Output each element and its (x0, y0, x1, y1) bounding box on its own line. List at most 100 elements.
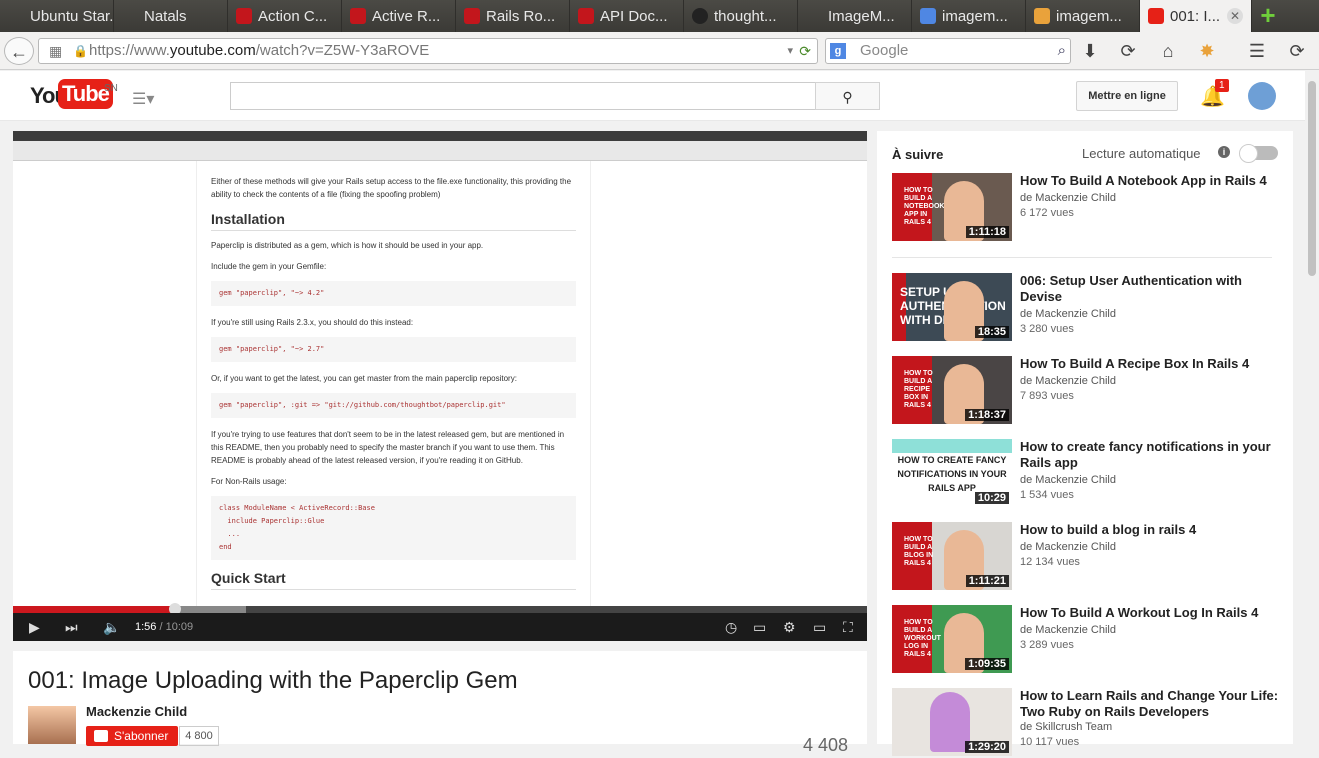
list-item[interactable]: HOW TO BUILD A RECIPE BOX IN RAILS 4 1:18… (892, 356, 1282, 426)
rails-favicon-icon (578, 8, 594, 24)
settings-gear-icon[interactable]: ⚙ (783, 619, 796, 636)
tab-favicon-icon (1034, 8, 1050, 24)
video-thumbnail[interactable]: HOW TO BUILD A NOTEBOOK APP IN RAILS 4 1:… (892, 173, 1012, 241)
play-icon[interactable]: ▶ (29, 619, 40, 636)
video-browser-tabs (13, 131, 867, 141)
search-button[interactable]: ⚲ (815, 82, 880, 110)
menu-icon[interactable]: ☰ (1246, 37, 1268, 65)
next-icon[interactable]: ⏭ (65, 619, 78, 636)
browser-tab[interactable]: imagem... (1026, 0, 1140, 32)
tab-favicon-icon (806, 8, 822, 24)
extension-icon[interactable]: ✸ (1196, 37, 1218, 65)
channel-avatar[interactable] (28, 706, 76, 744)
fullscreen-icon[interactable]: ⛶ (843, 619, 853, 636)
video-browser-url (13, 141, 867, 161)
browser-tab[interactable]: imagem... (912, 0, 1026, 32)
browser-tab[interactable]: Rails Ro... (456, 0, 570, 32)
video-frame[interactable]: Either of these methods will give your R… (13, 131, 867, 606)
scrollbar-thumb[interactable] (1308, 81, 1316, 276)
github-favicon-icon (692, 8, 708, 24)
page-scrollbar[interactable] (1305, 71, 1319, 744)
progress-bar[interactable] (13, 603, 867, 615)
video-thumbnail[interactable]: HOW TO BUILD A BLOG IN RAILS 4 1:11:21 (892, 522, 1012, 590)
player-controls: ▶ ⏭ 🔈 1:56 / 10:09 ◷ ▭ ⚙ ▭ ⛶ (13, 613, 867, 641)
view-count: 4 408 (803, 735, 849, 755)
dropdown-arrow-icon[interactable]: ▾ (787, 39, 793, 63)
face-image (930, 692, 970, 752)
subscribe-button[interactable]: S'abonner (86, 726, 178, 746)
youtube-favicon-icon (1148, 8, 1164, 24)
video-thumbnail[interactable]: HOW TO BUILD A RECIPE BOX IN RAILS 4 1:18… (892, 356, 1012, 424)
autoplay-label: Lecture automatique (1082, 146, 1201, 161)
subtitles-icon[interactable]: ▭ (753, 619, 766, 636)
autoplay-toggle[interactable] (1239, 144, 1278, 163)
video-document: Either of these methods will give your R… (196, 161, 591, 606)
region-code: SN (104, 83, 118, 94)
search-icon: ⚲ (842, 89, 853, 105)
list-item[interactable]: 1:29:20 How to Learn Rails and Change Yo… (892, 688, 1282, 758)
time-display: 1:56 / 10:09 (135, 621, 194, 633)
browser-tab[interactable]: Action C... (228, 0, 342, 32)
browser-tab[interactable]: Natals (114, 0, 228, 32)
browser-tab[interactable]: ImageM... (798, 0, 912, 32)
video-link-title[interactable]: How to build a blog in rails 4 (1020, 522, 1280, 538)
theater-mode-icon[interactable]: ▭ (813, 619, 826, 636)
list-item[interactable]: HOW TO CREATE FANCY NOTIFICATIONS IN YOU… (892, 439, 1282, 509)
list-item[interactable]: HOW TO BUILD A NOTEBOOK APP IN RAILS 4 1:… (892, 173, 1282, 243)
avatar[interactable] (1248, 82, 1276, 110)
video-title: 001: Image Uploading with the Paperclip … (28, 667, 518, 694)
browser-tab[interactable]: Ubuntu Star... (0, 0, 114, 32)
browser-nav-bar: ← https://www.youtube.com/watch?v=Z5W-Y3… (0, 32, 1319, 70)
home-icon[interactable]: ⌂ (1158, 37, 1178, 65)
video-link-title[interactable]: How to Learn Rails and Change Your Life:… (1020, 688, 1280, 720)
video-link-title[interactable]: How To Build A Workout Log In Rails 4 (1020, 605, 1280, 621)
video-thumbnail[interactable]: 1:29:20 (892, 688, 1012, 756)
channel-name[interactable]: Mackenzie Child (86, 704, 187, 719)
download-icon[interactable]: ⬇ (1080, 37, 1100, 65)
rails-favicon-icon (350, 8, 366, 24)
browser-tab[interactable]: API Doc... (570, 0, 684, 32)
info-icon[interactable]: i (1218, 146, 1230, 158)
browser-tab[interactable]: thought... (684, 0, 798, 32)
video-thumbnail[interactable]: SETUP USER AUTHENTICATION WITH DEVISE18:… (892, 273, 1012, 341)
youtube-header: You Tube SN ☰▾ ⚲ Mettre en ligne 🔔 1 (0, 71, 1319, 121)
sync-icon[interactable]: ⟳ (1118, 37, 1138, 65)
search-icon[interactable]: ⌕ (1058, 39, 1066, 63)
notification-badge: 1 (1215, 79, 1229, 92)
search-input[interactable] (230, 82, 816, 110)
youtube-play-icon (94, 730, 108, 742)
search-engine-box[interactable]: g Google ⌕ (825, 38, 1071, 64)
video-link-title[interactable]: How to create fancy notifications in you… (1020, 439, 1280, 471)
grid-icon[interactable]: ▦ (49, 39, 62, 63)
video-player[interactable]: Either of these methods will give your R… (13, 131, 867, 641)
video-thumbnail[interactable]: HOW TO BUILD A WORKOUT LOG IN RAILS 4 1:0… (892, 605, 1012, 673)
video-link-title[interactable]: How To Build A Notebook App in Rails 4 (1020, 173, 1280, 189)
tab-favicon-icon (8, 8, 24, 24)
list-item[interactable]: HOW TO BUILD A WORKOUT LOG IN RAILS 4 1:0… (892, 605, 1282, 675)
video-info: 001: Image Uploading with the Paperclip … (13, 651, 867, 755)
video-thumbnail[interactable]: HOW TO CREATE FANCY NOTIFICATIONS IN YOU… (892, 439, 1012, 507)
rails-favicon-icon (464, 8, 480, 24)
subscriber-count: 4 800 (179, 726, 219, 746)
browser-tab[interactable]: Active R... (342, 0, 456, 32)
list-item[interactable]: HOW TO BUILD A BLOG IN RAILS 4 1:11:21 Ho… (892, 522, 1282, 592)
up-next-sidebar: À suivre Lecture automatique i HOW TO BU… (877, 131, 1293, 756)
video-link-title[interactable]: 006: Setup User Authentication with Devi… (1020, 273, 1280, 305)
list-item[interactable]: SETUP USER AUTHENTICATION WITH DEVISE18:… (892, 273, 1282, 343)
new-tab-button[interactable]: + (1252, 0, 1284, 32)
up-next-heading: À suivre (892, 147, 944, 162)
reload-icon[interactable]: ⟳ (799, 39, 811, 63)
refresh-icon[interactable]: ⟳ (1286, 37, 1308, 65)
lock-icon: 🔒 (73, 44, 88, 58)
volume-icon[interactable]: 🔈 (103, 619, 120, 636)
close-tab-icon[interactable]: ✕ (1227, 8, 1243, 24)
address-bar[interactable]: https://www.youtube.com/watch?v=Z5W-Y3aR… (38, 38, 818, 64)
video-link-title[interactable]: How To Build A Recipe Box In Rails 4 (1020, 356, 1280, 372)
guide-menu-icon[interactable]: ☰▾ (132, 89, 154, 109)
watch-later-icon[interactable]: ◷ (725, 619, 737, 636)
browser-tab-active[interactable]: 001: I... ✕ (1140, 0, 1252, 32)
progress-played (13, 606, 176, 613)
google-icon[interactable]: g (830, 43, 846, 59)
back-button[interactable]: ← (4, 37, 34, 65)
upload-button[interactable]: Mettre en ligne (1076, 81, 1178, 111)
